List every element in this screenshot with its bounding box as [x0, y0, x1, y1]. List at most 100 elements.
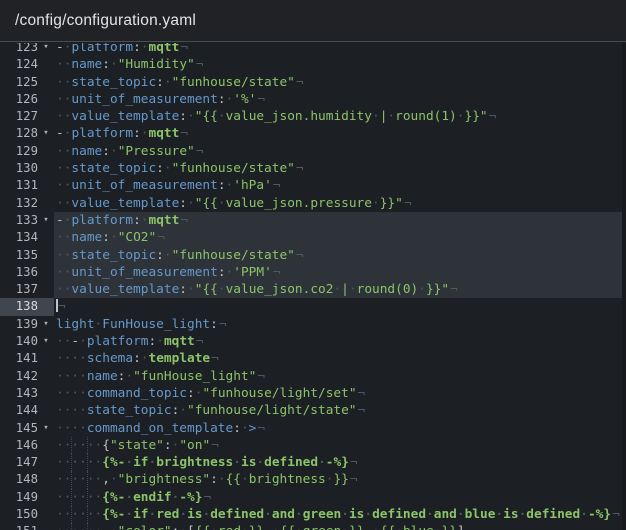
line-number[interactable]: 124: [4, 56, 38, 73]
whitespace-marker: ·: [125, 369, 133, 384]
code-token: ,·: [102, 472, 117, 487]
line-number[interactable]: 137: [4, 281, 38, 298]
code-line-content[interactable]: ······,·"color":·[{{·red·}},·{{·green·}}…: [54, 523, 626, 530]
whitespace-marker: ·: [272, 524, 280, 530]
fold-icon[interactable]: ▾: [38, 43, 54, 56]
line-number[interactable]: 138: [4, 298, 38, 315]
newline-marker: ¬: [195, 57, 204, 72]
code-token: ····: [56, 351, 87, 366]
fold-icon[interactable]: ▾: [38, 212, 54, 229]
line-number[interactable]: 142: [4, 368, 38, 385]
line-number[interactable]: 131: [4, 177, 38, 194]
code-line-content[interactable]: ······,·"brightness":·{{·brightness·}}¬: [54, 471, 626, 488]
fold-icon[interactable]: ▾: [38, 420, 54, 437]
line-number[interactable]: 139: [4, 316, 38, 333]
line-number[interactable]: 132: [4, 195, 38, 212]
code-line-140: 140▾··-·platform:·mqtt¬: [0, 333, 626, 350]
line-number[interactable]: 146: [4, 437, 38, 454]
code-line-content[interactable]: ··state_topic:·"funhouse/state"¬: [54, 160, 626, 177]
line-number[interactable]: 145: [4, 420, 38, 437]
whitespace-marker: ····: [56, 369, 87, 384]
whitespace-marker: ·: [164, 75, 172, 90]
code-line-content[interactable]: ····name:·"funHouse_light"¬: [54, 368, 626, 385]
line-number[interactable]: 126: [4, 91, 38, 108]
whitespace-marker: ·: [241, 524, 249, 530]
fold-icon[interactable]: ▾: [38, 316, 54, 333]
line-number[interactable]: 135: [4, 247, 38, 264]
code-line-content[interactable]: ··unit_of_measurement:·'PPM'¬: [54, 264, 626, 281]
newline-marker: ¬: [210, 351, 219, 366]
code-editor[interactable]: 123▾-·platform:·mqtt¬124··name:·"Humidit…: [0, 43, 626, 530]
code-line-content[interactable]: ······{%-·if·red·is·defined·and·green·is…: [54, 506, 626, 523]
newline-marker: ¬: [349, 455, 358, 470]
code-line-content[interactable]: ··name:·"Pressure"¬: [54, 143, 626, 160]
code-line-content[interactable]: ······{%-·endif·-%}¬: [54, 489, 626, 506]
code-token: ··: [56, 265, 71, 280]
code-token: -·: [56, 213, 71, 228]
line-number[interactable]: 140: [4, 333, 38, 350]
whitespace-marker: ·: [187, 282, 195, 297]
code-line-content[interactable]: ¬: [54, 298, 626, 315]
code-line-content[interactable]: ··state_topic:·"funhouse/state"¬: [54, 74, 626, 91]
newline-marker: ¬: [403, 196, 412, 211]
code-line-content[interactable]: ··unit_of_measurement:·'%'¬: [54, 91, 626, 108]
fold-icon[interactable]: ▾: [38, 333, 54, 350]
code-token: platform: [71, 126, 133, 141]
line-number[interactable]: 129: [4, 143, 38, 160]
line-number[interactable]: 149: [4, 489, 38, 506]
gutter-cell: 147: [0, 454, 54, 471]
code-token: state_topic: [71, 248, 156, 263]
code-line-content[interactable]: -·platform:·mqtt¬: [54, 212, 626, 229]
line-number[interactable]: 136: [4, 264, 38, 281]
code-token: platform: [71, 213, 133, 228]
code-line-content[interactable]: ··value_template:·"{{·value_json.humidit…: [54, 108, 626, 125]
code-line-content[interactable]: -·platform:·mqtt¬: [54, 125, 626, 142]
code-line-content[interactable]: ··name:·"CO2"¬: [54, 229, 626, 246]
code-token: "brightness": [118, 472, 210, 487]
scrollbar-track[interactable]: [622, 43, 626, 530]
code-line-content[interactable]: -·platform:·mqtt¬: [54, 43, 626, 56]
code-line-content[interactable]: ··-·platform:·mqtt¬: [54, 333, 626, 350]
line-number[interactable]: 147: [4, 454, 38, 471]
gutter-cell: 145▾: [0, 420, 54, 437]
code-line-content[interactable]: ····state_topic:·"funhouse/light/state"¬: [54, 402, 626, 419]
code-line-content[interactable]: ····command_on_template:·>¬: [54, 420, 626, 437]
fold-icon[interactable]: ▾: [38, 125, 54, 142]
code-line-content[interactable]: ··value_template:·"{{·value_json.pressur…: [54, 195, 626, 212]
line-number[interactable]: 148: [4, 471, 38, 488]
code-line-content[interactable]: ··name:·"Humidity"¬: [54, 56, 626, 73]
code-token: :·: [133, 126, 148, 141]
newline-marker: ¬: [195, 144, 204, 159]
code-line-content[interactable]: ······{%-·if·brightness·is·defined·-%}¬: [54, 454, 626, 471]
code-line-content[interactable]: ······{"state":·"on"¬: [54, 437, 626, 454]
code-token: :·: [233, 421, 248, 436]
line-number[interactable]: 144: [4, 402, 38, 419]
whitespace-marker: ··: [56, 144, 71, 159]
code-line-content[interactable]: ··value_template:·"{{·value_json.co2·|·r…: [54, 281, 626, 298]
line-number[interactable]: 128: [4, 125, 38, 142]
line-number[interactable]: 151: [4, 523, 38, 530]
line-number[interactable]: 143: [4, 385, 38, 402]
whitespace-marker: ·: [318, 455, 326, 470]
line-number[interactable]: 125: [4, 74, 38, 91]
whitespace-marker: ·: [149, 455, 157, 470]
line-number[interactable]: 133: [4, 212, 38, 229]
code-line-content[interactable]: ····schema:·template¬: [54, 350, 626, 367]
line-number[interactable]: 150: [4, 506, 38, 523]
code-line-content[interactable]: light·FunHouse_light:¬: [54, 316, 626, 333]
line-number[interactable]: 134: [4, 229, 38, 246]
whitespace-marker: ·: [187, 196, 195, 211]
line-number[interactable]: 130: [4, 160, 38, 177]
whitespace-marker: ····: [56, 386, 87, 401]
whitespace-marker: ·: [187, 109, 195, 124]
code-line-content[interactable]: ··state_topic:·"funhouse/state"¬: [54, 247, 626, 264]
code-line-content[interactable]: ··unit_of_measurement:·'hPa'¬: [54, 177, 626, 194]
line-number[interactable]: 127: [4, 108, 38, 125]
line-number[interactable]: 141: [4, 350, 38, 367]
whitespace-marker: ·: [79, 334, 87, 349]
line-number[interactable]: 123: [4, 43, 38, 56]
newline-marker: ¬: [295, 161, 304, 176]
whitespace-marker: ······: [56, 490, 102, 505]
whitespace-marker: ·: [364, 507, 372, 522]
code-line-content[interactable]: ····command_topic:·"funhouse/light/set"¬: [54, 385, 626, 402]
